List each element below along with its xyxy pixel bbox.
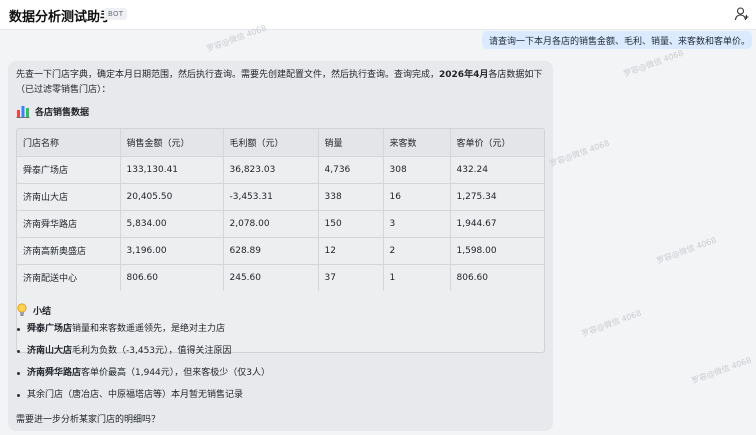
table-cell: 20,405.50	[120, 183, 224, 211]
bar-chart-icon	[16, 106, 30, 118]
section-title-label: 各店销售数据	[35, 107, 90, 118]
table-cell: 338	[318, 183, 384, 211]
table-cell: 308	[383, 156, 451, 184]
table-cell: 舜泰广场店	[17, 156, 121, 184]
table-cell: -3,453.31	[223, 183, 319, 211]
sales-table: 门店名称 销售金额（元） 毛利额（元） 销量 来客数 客单价（元） 舜泰广场店 133,13…	[16, 128, 545, 353]
table-header-cell: 门店名称	[17, 129, 121, 157]
app-title: 数据分析测试助手	[9, 10, 114, 25]
table-cell: 37	[318, 264, 384, 291]
table-cell: 133,130.41	[120, 156, 224, 184]
table-cell: 5,834.00	[120, 210, 224, 238]
table-header-cell: 销量	[318, 129, 384, 157]
summary-list: 舜泰广场店销量和来客数遥遥领先，是绝对主力店 济南山大店毛利为负数（-3,453元…	[16, 323, 546, 411]
summary-item: 济南山大店毛利为负数（-3,453元），值得关注原因	[16, 345, 546, 367]
table-cell: 150	[318, 210, 384, 238]
table-cell: 1,944.67	[450, 210, 544, 238]
summary-text: 其余门店（唐冶店、中原福塔店等）本月暂无销售记录	[27, 390, 244, 400]
summary-store-name: 济南舜华路店	[27, 368, 82, 378]
user-add-icon[interactable]	[734, 6, 750, 22]
watermark: 罗容@微信 4068	[548, 138, 611, 169]
table-header-row: 门店名称 销售金额（元） 毛利额（元） 销量 来客数 客单价（元）	[17, 129, 544, 157]
summary-item: 舜泰广场店销量和来客数遥遥领先，是绝对主力店	[16, 323, 546, 345]
summary-title-label: 小结	[33, 306, 52, 317]
table-cell: 1,275.34	[450, 183, 544, 211]
table-header-cell: 来客数	[383, 129, 451, 157]
user-message-bubble: 请查询一下本月各店的销售金额、毛利、销量、来客数和客单价。	[482, 31, 752, 49]
summary-item: 其余门店（唐冶店、中原福塔店等）本月暂无销售记录	[16, 389, 546, 411]
table-cell: 4,736	[318, 156, 384, 184]
table-cell: 36,823.03	[223, 156, 319, 184]
watermark: 罗容@微信 4068	[655, 235, 718, 266]
table-cell: 3	[383, 210, 451, 238]
table-cell: 济南配送中心	[17, 264, 121, 291]
table-cell: 432.24	[450, 156, 544, 184]
bot-message-card: 先查一下门店字典，确定本月日期范围，然后执行查询。需要先创建配置文件，然后执行查…	[8, 61, 553, 431]
summary-title: 小结	[16, 302, 51, 318]
table-row: 舜泰广场店 133,130.41 36,823.03 4,736 308 432.24	[17, 156, 544, 184]
table-cell: 3,196.00	[120, 237, 224, 265]
table-cell: 1	[383, 264, 451, 291]
table-header-cell: 销售金额（元）	[120, 129, 224, 157]
table-row: 济南山大店 20,405.50 -3,453.31 338 16 1,275.34	[17, 183, 544, 211]
intro-month: 2026年4月	[439, 70, 489, 80]
bot-intro-text: 先查一下门店字典，确定本月日期范围，然后执行查询。需要先创建配置文件，然后执行查…	[16, 68, 546, 98]
section-title: 各店销售数据	[16, 102, 89, 120]
watermark: 罗容@微信 4068	[622, 48, 685, 79]
table-cell: 济南舜华路店	[17, 210, 121, 238]
table-cell: 济南高新奥盛店	[17, 237, 121, 265]
table-cell: 1,598.00	[450, 237, 544, 265]
table-cell: 济南山大店	[17, 183, 121, 211]
table-cell: 806.60	[456, 272, 489, 283]
summary-item: 济南舜华路店客单价最高（1,944元），但来客极少（仅3人）	[16, 367, 546, 389]
table-row: 济南配送中心 806.60 245.60 37 1 806.60	[17, 264, 544, 291]
follow-up-question: 需要进一步分析某家门店的明细吗？	[16, 415, 161, 425]
watermark: 罗容@微信 4068	[690, 355, 753, 386]
table-cell: 12	[318, 237, 384, 265]
table-row: 济南高新奥盛店 3,196.00 628.89 12 2 1,598.00	[17, 237, 544, 265]
summary-text: 毛利为负数（-3,453元），值得关注原因	[72, 346, 232, 356]
table-cell: 245.60	[223, 264, 319, 291]
table-cell: 2	[383, 237, 451, 265]
table-row: 济南舜华路店 5,834.00 2,078.00 150 3 1,944.67	[17, 210, 544, 238]
table-cell: 628.89	[223, 237, 319, 265]
table-cell: 2,078.00	[223, 210, 319, 238]
table-header-cell: 毛利额（元）	[223, 129, 319, 157]
summary-store-name: 济南山大店	[27, 346, 73, 356]
watermark: 罗容@微信 4068	[580, 308, 643, 339]
app-header: 数据分析测试助手 BOT	[0, 0, 756, 30]
table-cell: 806.60	[120, 264, 224, 291]
table-header-cell: 客单价（元）	[450, 129, 544, 157]
summary-text: 销量和来客数遥遥领先，是绝对主力店	[72, 324, 226, 334]
bot-badge: BOT	[104, 8, 128, 20]
summary-text: 客单价最高（1,944元），但来客极少（仅3人）	[81, 368, 271, 378]
summary-store-name: 舜泰广场店	[27, 324, 73, 334]
lightbulb-icon	[17, 303, 27, 316]
table-cell: 16	[383, 183, 451, 211]
intro-prefix: 先查一下门店字典，确定本月日期范围，然后执行查询。需要先创建配置文件，然后执行查…	[16, 70, 440, 80]
